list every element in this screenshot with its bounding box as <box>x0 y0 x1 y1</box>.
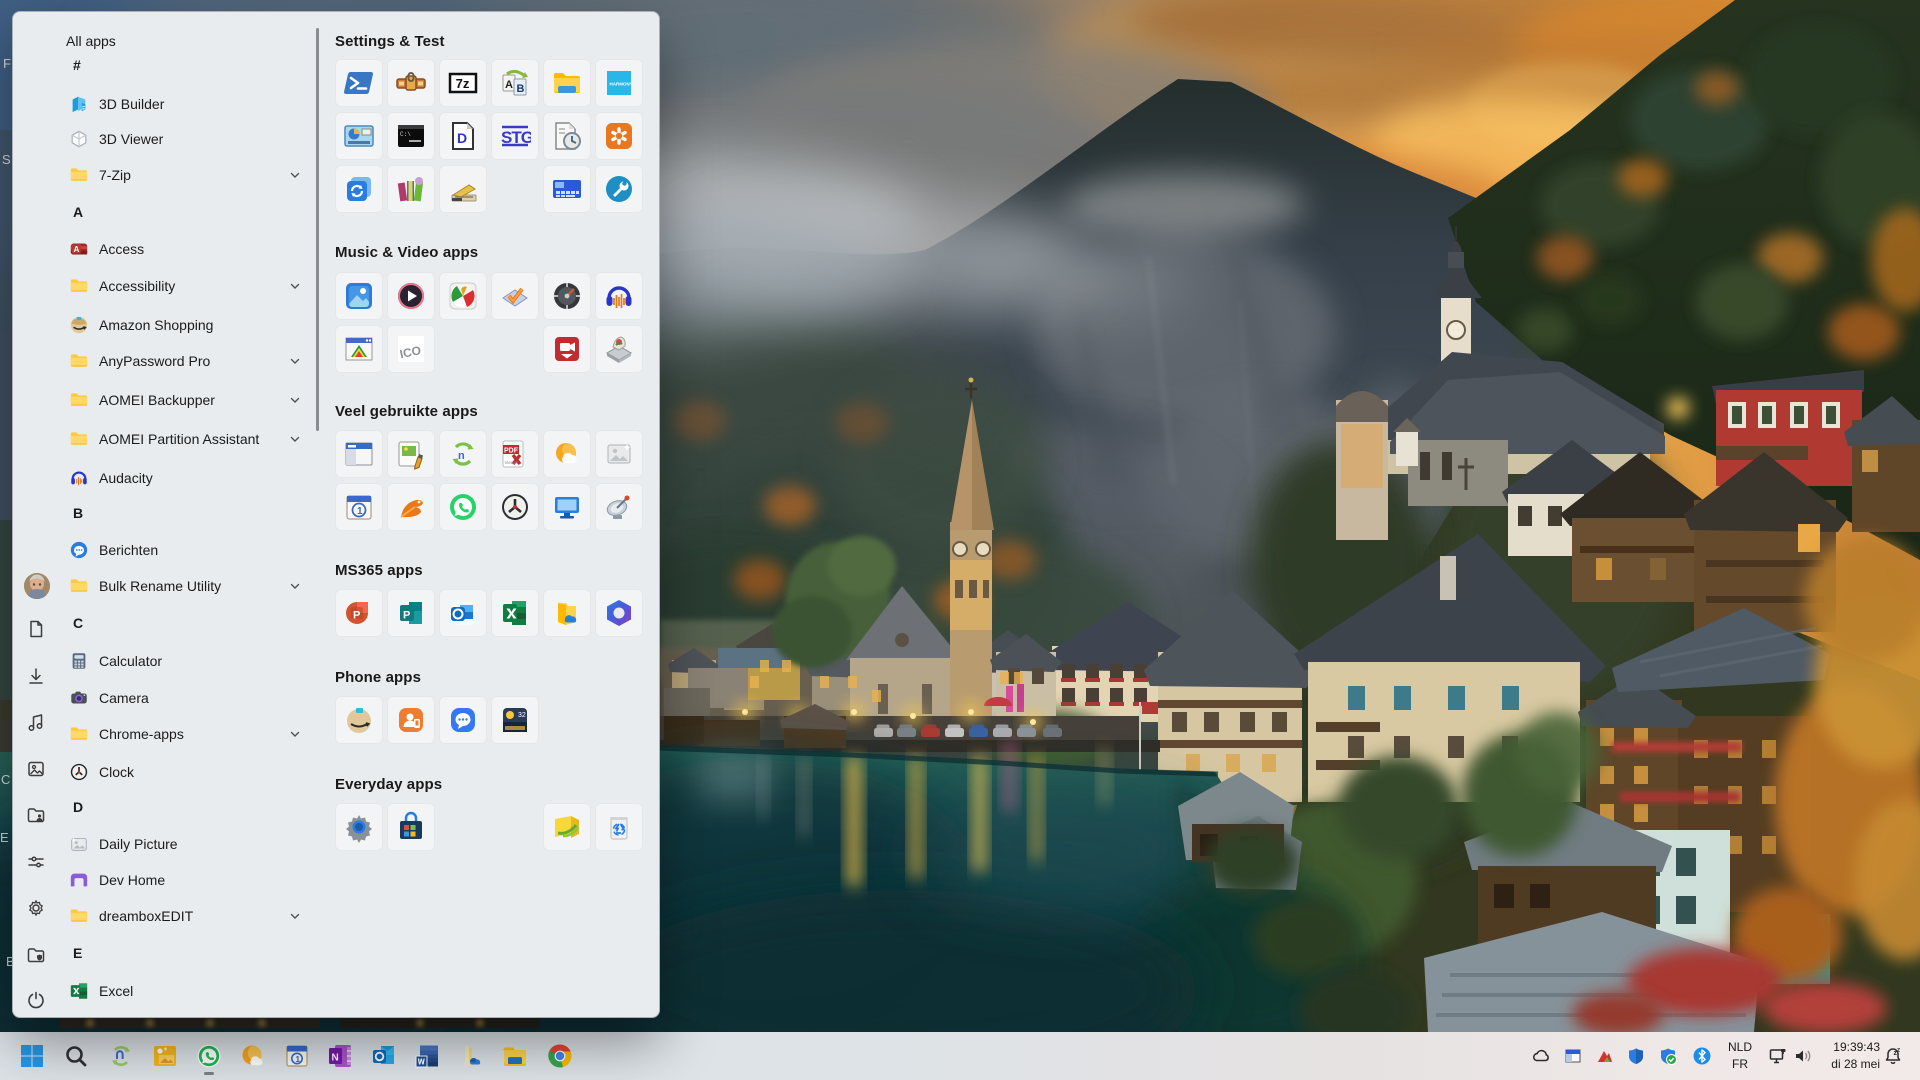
svg-text:C: C <box>1 772 10 787</box>
svg-text:C:\: C:\ <box>400 131 411 138</box>
svg-text:S: S <box>2 152 11 167</box>
svg-text:1: 1 <box>357 506 363 517</box>
svg-text:HARMONY: HARMONY <box>610 82 633 87</box>
svg-text:n: n <box>458 450 465 462</box>
svg-text:1: 1 <box>295 1054 300 1064</box>
svg-text:N: N <box>332 1053 339 1064</box>
svg-text:A: A <box>74 245 80 254</box>
svg-text:F: F <box>3 56 11 71</box>
svg-text:P: P <box>403 610 410 622</box>
svg-text:7z: 7z <box>456 76 470 91</box>
svg-text:P: P <box>353 610 360 622</box>
svg-text:Z: Z <box>1897 1048 1900 1054</box>
svg-text:E: E <box>0 830 9 845</box>
svg-text:32: 32 <box>518 712 526 719</box>
svg-text:A: A <box>505 79 513 91</box>
svg-text:B: B <box>517 83 525 95</box>
svg-text:Viewer: Viewer <box>505 460 519 465</box>
svg-text:D: D <box>457 130 467 146</box>
svg-text:PDF: PDF <box>504 448 519 455</box>
